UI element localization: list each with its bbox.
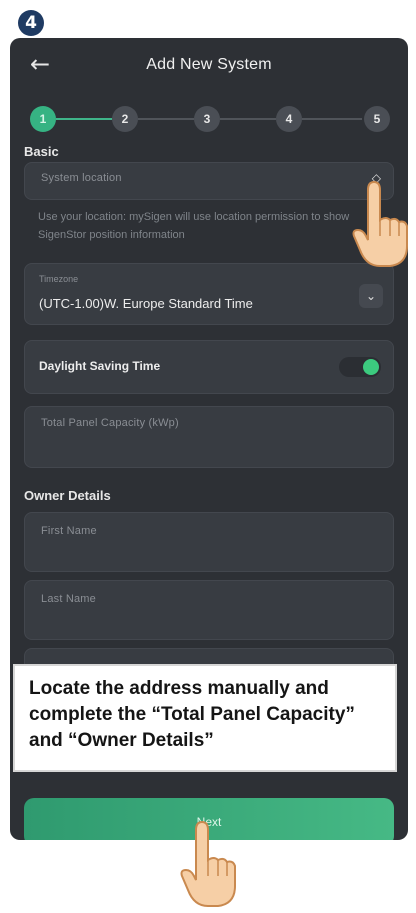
pointing-hand-icon [352, 180, 408, 267]
first-name-field[interactable]: First Name [24, 512, 394, 572]
section-owner-label: Owner Details [24, 488, 111, 503]
chevron-down-icon[interactable]: ⌄ [359, 284, 383, 308]
dst-label: Daylight Saving Time [39, 359, 161, 373]
dst-toggle[interactable] [339, 357, 381, 377]
pointing-hand-icon [180, 820, 236, 907]
instruction-callout: Locate the address manually and complete… [13, 664, 397, 772]
timezone-select[interactable]: Timezone (UTC-1.00)W. Europe Standard Ti… [24, 263, 394, 325]
total-panel-capacity-field[interactable]: Total Panel Capacity (kWp) [24, 406, 394, 468]
capacity-placeholder: Total Panel Capacity (kWp) [41, 417, 179, 429]
step-2: 2 [112, 106, 138, 132]
stepper-line-3 [220, 118, 276, 120]
section-basic-label: Basic [24, 144, 59, 159]
step-4: 4 [276, 106, 302, 132]
timezone-value: (UTC-1.00)W. Europe Standard Time [39, 296, 253, 311]
step-5: 5 [364, 106, 390, 132]
stepper-line-2 [138, 118, 194, 120]
location-hint: Use your location: mySigen will use loca… [38, 211, 350, 241]
stepper-line-4 [302, 118, 362, 120]
last-name-field[interactable]: Last Name [24, 580, 394, 640]
last-name-placeholder: Last Name [41, 593, 96, 605]
first-name-placeholder: First Name [41, 525, 97, 537]
page-title: Add New System [146, 56, 272, 73]
dst-row: Daylight Saving Time [24, 340, 394, 394]
toggle-knob [363, 359, 379, 375]
progress-stepper: 1 2 3 4 5 [30, 106, 390, 132]
app-header: ← Add New System [10, 38, 408, 98]
step-1: 1 [30, 106, 56, 132]
system-location-field[interactable]: System location ◇ [24, 162, 394, 200]
step-3: 3 [194, 106, 220, 132]
timezone-label: Timezone [39, 274, 79, 284]
system-location-placeholder: System location [41, 172, 122, 184]
stepper-line-1 [56, 118, 112, 120]
step-number-badge: 4 [18, 10, 44, 36]
